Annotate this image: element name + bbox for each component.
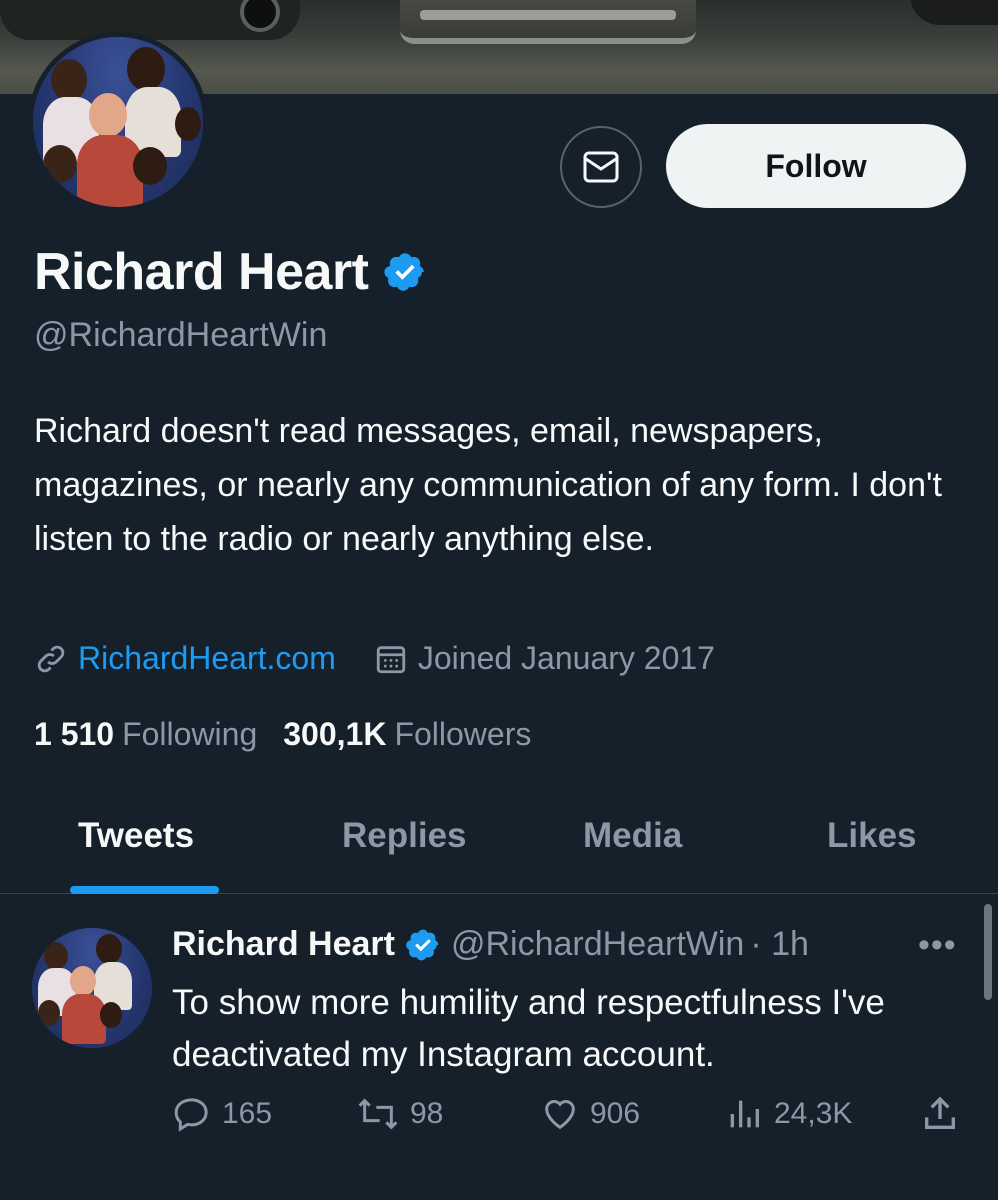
followers-label[interactable]: Followers — [394, 716, 531, 753]
reply-count: 165 — [222, 1097, 273, 1130]
tweet-author-avatar[interactable] — [32, 928, 152, 1048]
share-icon — [925, 1096, 955, 1129]
following-count[interactable]: 1 510 — [34, 716, 114, 753]
profile-bio: Richard doesn't read messages, email, ne… — [34, 412, 942, 558]
verified-badge-icon — [383, 253, 424, 291]
verified-badge-icon — [406, 929, 439, 960]
like-button[interactable]: 906 — [540, 1094, 640, 1134]
tab-replies[interactable]: Replies — [342, 816, 467, 856]
envelope-icon — [583, 151, 619, 183]
tweet-text: To show more humility and respectfulness… — [172, 983, 885, 1074]
profile-name: Richard Heart — [34, 242, 427, 302]
followers-count[interactable]: 300,1K — [283, 716, 386, 753]
following-stat[interactable]: 1 510 Following — [34, 716, 257, 753]
active-tab-indicator — [70, 886, 219, 894]
share-button[interactable] — [920, 1094, 970, 1134]
tweet-author-name[interactable]: Richard Heart — [172, 925, 395, 964]
tweet-header: Richard Heart @RichardHeartWin · 1h — [172, 925, 809, 964]
message-button[interactable] — [560, 126, 642, 208]
profile-handle: @RichardHeartWin — [34, 316, 328, 354]
profile-tabs: Tweets Replies Media Likes — [0, 800, 998, 894]
views-count: 24,3K — [774, 1097, 853, 1130]
tab-tweets[interactable]: Tweets — [78, 816, 194, 856]
following-label[interactable]: Following — [122, 716, 257, 753]
scrollbar[interactable] — [984, 904, 992, 1000]
calendar-icon — [376, 645, 406, 673]
reply-button[interactable]: 165 — [172, 1094, 272, 1134]
retweet-button[interactable]: 98 — [356, 1094, 443, 1134]
retweet-count: 98 — [410, 1097, 444, 1130]
tweet-actions: 165 98 906 24,3K — [172, 1094, 972, 1142]
joined-text: Joined January 2017 — [417, 640, 715, 676]
views-button[interactable]: 24,3K — [724, 1094, 852, 1134]
heart-icon — [545, 1100, 575, 1130]
follow-button[interactable]: Follow — [666, 124, 966, 208]
profile-name-text: Richard Heart — [34, 243, 369, 301]
analytics-icon — [730, 1100, 759, 1128]
link-icon — [37, 645, 65, 672]
profile-meta: RichardHeart.com Joined January 2017 — [34, 640, 715, 677]
like-count: 906 — [590, 1097, 641, 1130]
reply-icon — [174, 1098, 208, 1132]
retweet-icon — [358, 1098, 398, 1130]
website-text[interactable]: RichardHeart.com — [78, 640, 336, 677]
followers-stat[interactable]: 300,1K Followers — [283, 716, 531, 753]
tweet-time[interactable]: · 1h — [750, 925, 809, 964]
more-options-icon[interactable]: ••• — [918, 928, 957, 962]
profile-stats: 1 510 Following 300,1K Followers — [34, 716, 531, 753]
profile-avatar[interactable] — [28, 32, 208, 212]
profile-website-link[interactable]: RichardHeart.com — [34, 640, 336, 677]
tab-media[interactable]: Media — [583, 816, 682, 856]
tweet-author-handle[interactable]: @RichardHeartWin — [451, 925, 744, 964]
profile-joined: Joined January 2017 — [374, 640, 715, 677]
tab-likes[interactable]: Likes — [827, 816, 917, 856]
